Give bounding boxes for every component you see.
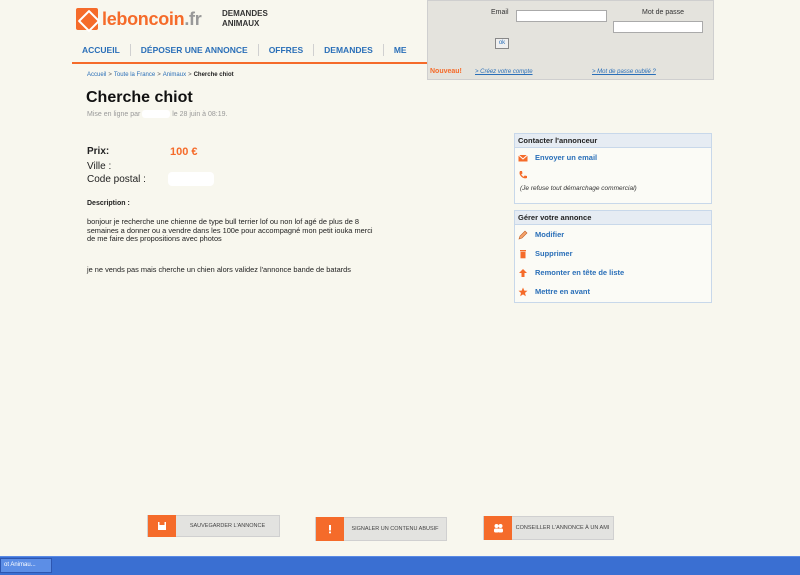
nav-deposer-annonce[interactable]: DÉPOSER UNE ANNONCE — [131, 44, 259, 56]
warning-icon — [316, 517, 344, 541]
nav-demandes[interactable]: DEMANDES — [314, 44, 384, 56]
modify-label: Modifier — [535, 230, 565, 239]
nav-accueil[interactable]: ACCUEIL — [72, 44, 131, 56]
breadcrumb-accueil[interactable]: Accueil — [87, 72, 106, 78]
delete-action[interactable]: Supprimer — [515, 244, 711, 263]
posted-info: Mise en ligne par le 28 juin à 08:19. — [87, 110, 228, 118]
login-ok-button[interactable]: ok — [495, 38, 509, 49]
report-abuse-button[interactable]: SIGNALER UN CONTENU ABUSIF — [315, 517, 447, 541]
email-label: Email — [491, 9, 509, 16]
section-tag: DEMANDES ANIMAUX — [222, 9, 268, 28]
postal-code-label: Code postal : — [87, 174, 146, 185]
pencil-icon — [518, 230, 528, 239]
login-panel: Email Mot de passe ok Nouveau! > Créez v… — [427, 0, 714, 80]
redacted-author — [142, 110, 171, 118]
password-field[interactable] — [613, 21, 703, 33]
forgot-password-link[interactable]: > Mot de passe oublié ? — [592, 69, 656, 75]
save-ad-button[interactable]: SAUVEGARDER L'ANNONCE — [147, 515, 280, 537]
phone-action[interactable] — [515, 167, 711, 183]
price-label: Prix: — [87, 146, 110, 157]
password-label: Mot de passe — [642, 9, 685, 16]
send-email-action[interactable]: Envoyer un email — [515, 148, 711, 167]
breadcrumb-current: Cherche chiot — [193, 72, 234, 78]
save-icon — [148, 515, 176, 537]
modify-action[interactable]: Modifier — [515, 225, 711, 244]
manage-box-title: Gérer votre annonce — [515, 211, 711, 225]
breadcrumb-animaux[interactable]: Animaux — [163, 72, 186, 78]
logo-wordmark: leboncoin — [102, 8, 185, 29]
price-value: 100 € — [170, 146, 198, 158]
share-icon — [484, 516, 512, 540]
breadcrumb: Accueil > Toute la France > Animaux > Cherche … — [87, 72, 234, 78]
arrow-up-icon — [519, 268, 527, 277]
contact-box-title: Contacter l'annonceur — [515, 134, 711, 148]
trash-icon — [520, 249, 526, 258]
feature-action[interactable]: Mettre en avant — [515, 282, 711, 301]
no-solicitation-note: (Je refuse tout démarchage commercial) — [520, 185, 637, 192]
breadcrumb-toute-la-france[interactable]: Toute la France — [114, 72, 155, 78]
redacted-postal-code — [168, 172, 214, 186]
bump-label: Remonter en tête de liste — [535, 268, 625, 277]
star-icon — [518, 287, 528, 296]
logo-tld: .fr — [184, 8, 202, 29]
logo-cube-icon — [76, 8, 98, 30]
taskbar — [0, 556, 800, 575]
manage-box: Gérer votre annonce Modifier Supprimer R… — [514, 210, 712, 303]
description-paragraph-1: bonjour je recherche une chienne de type… — [87, 217, 373, 244]
nouveau-label: Nouveau! — [430, 68, 462, 75]
taskbar-window-button[interactable]: ot Animau... — [0, 558, 52, 573]
email-field[interactable] — [516, 10, 607, 22]
envelope-icon — [518, 154, 528, 161]
main-nav: ACCUEIL DÉPOSER UNE ANNONCE OFFRES DEMAN… — [72, 38, 427, 64]
city-label: Ville : — [87, 161, 112, 172]
bump-action[interactable]: Remonter en tête de liste — [515, 263, 711, 282]
nav-offres[interactable]: OFFRES — [259, 44, 315, 56]
contact-box: Contacter l'annonceur Envoyer un email (… — [514, 133, 712, 204]
ad-title: Cherche chiot — [86, 89, 193, 106]
send-email-label: Envoyer un email — [535, 153, 598, 162]
recommend-to-friend-button[interactable]: CONSEILLER L'ANNONCE À UN AMI — [483, 516, 614, 540]
description-paragraph-2: je ne vends pas mais cherche un chien al… — [87, 265, 351, 274]
phone-icon — [519, 171, 527, 179]
delete-label: Supprimer — [535, 249, 573, 258]
create-account-link[interactable]: > Créez votre compte — [475, 69, 533, 75]
feature-label: Mettre en avant — [535, 287, 591, 296]
nav-mes-annonces[interactable]: ME — [384, 44, 417, 56]
leboncoin-logo[interactable]: leboncoin.fr — [76, 6, 202, 32]
description-label: Description : — [87, 200, 130, 207]
